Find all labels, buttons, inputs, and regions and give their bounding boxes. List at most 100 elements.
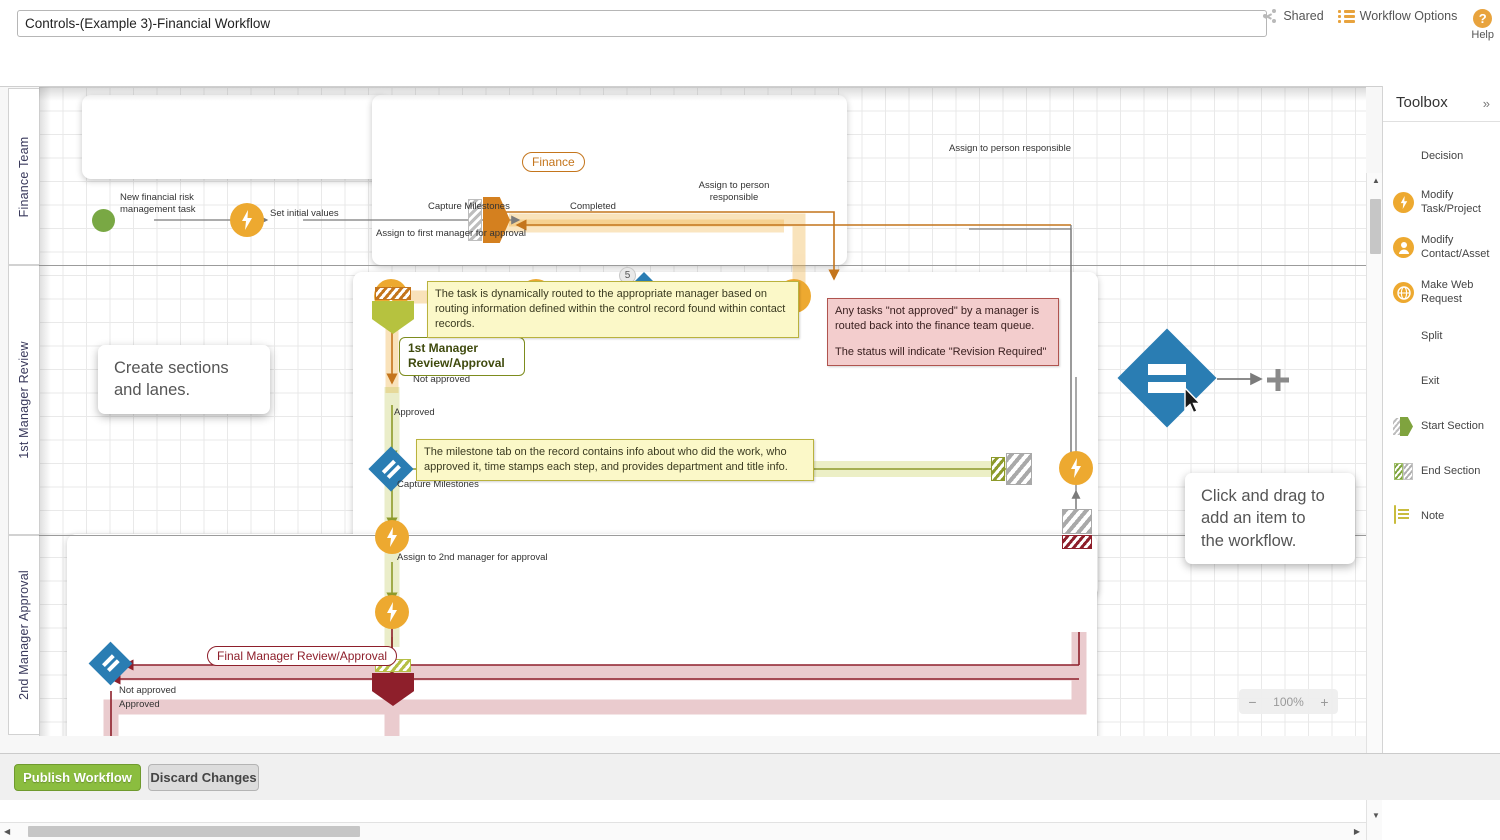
label-not-approved-2: Not approved	[119, 685, 177, 696]
zoom-level-value: 100%	[1273, 694, 1304, 709]
toolbox-item-exit[interactable]: Exit	[1393, 371, 1497, 392]
toolbox-header: Toolbox »	[1383, 86, 1500, 122]
vertical-scrollbar-thumb[interactable]	[1370, 199, 1381, 254]
label-set-initial-values: Set initial values	[270, 208, 339, 219]
canvas-vertical-scrollbar[interactable]: ▲ ▼	[1366, 173, 1382, 840]
toolbox-item-end-section[interactable]: End Section	[1393, 461, 1497, 482]
web-request-icon	[1393, 282, 1414, 304]
end-section-hatch-final	[1062, 535, 1092, 549]
toolbox-item-label: Start Section	[1421, 419, 1484, 432]
lane-header-finance-team[interactable]: Finance Team	[8, 88, 39, 265]
app-header: Shared Workflow Options ? Help	[0, 0, 1500, 46]
label-assign-2nd-manager: Assign to 2nd manager for approval	[397, 552, 548, 563]
help-label: Help	[1471, 29, 1494, 41]
split-icon	[1393, 326, 1414, 347]
toolbox-collapse-icon[interactable]: »	[1483, 96, 1490, 111]
toolbox-item-split[interactable]: Split	[1393, 326, 1497, 347]
toolbox-item-start-section[interactable]: Start Section	[1393, 416, 1497, 437]
note-routing[interactable]: The task is dynamically routed to the ap…	[427, 281, 799, 338]
lane-label: Finance Team	[17, 136, 31, 217]
discard-changes-button[interactable]: Discard Changes	[148, 764, 259, 791]
workflow-canvas[interactable]: New financial risk management task Set i…	[39, 87, 1366, 736]
toolbox-item-label: Note	[1421, 509, 1445, 522]
editor-main: Finance Team 1st Manager Review 2nd Mana…	[0, 86, 1500, 840]
section-title-final-manager[interactable]: Final Manager Review/Approval	[207, 646, 398, 666]
lane-header-2nd-manager-approval[interactable]: 2nd Manager Approval	[8, 535, 39, 735]
end-section-hatch-finance	[375, 287, 411, 300]
description-row: Description	[0, 46, 1500, 123]
toolbox-item-label: Modify Task/Project	[1421, 189, 1481, 215]
header-actions: Shared Workflow Options ? Help	[1263, 9, 1494, 41]
node-capture-milestones-2[interactable]	[375, 520, 409, 554]
toolbox-item-label: Modify Contact/Asset	[1421, 234, 1490, 260]
lane-label: 1st Manager Review	[17, 341, 31, 459]
end-section-hatch-first-manager	[991, 457, 1005, 481]
toolbox-item-label: Decision	[1421, 149, 1464, 162]
label-approved-2: Approved	[119, 699, 160, 710]
section-title-finance[interactable]: Finance	[522, 152, 585, 172]
drop-target-plus-icon[interactable]	[1267, 369, 1289, 396]
label-new-task: New financial risk management task	[120, 192, 196, 215]
toolbox-item-web-request[interactable]: Make Web Request	[1393, 279, 1497, 307]
publish-workflow-button[interactable]: Publish Workflow	[14, 764, 141, 791]
end-section-hatch-grey	[1006, 453, 1032, 485]
toolbox-title: Toolbox	[1396, 94, 1448, 111]
note-not-approved[interactable]: Any tasks "not approved" by a manager is…	[827, 298, 1059, 366]
help-button[interactable]: ? Help	[1471, 9, 1494, 41]
modify-contact-icon	[1393, 237, 1414, 259]
workflow-editor-app: Shared Workflow Options ? Help Descripti…	[0, 0, 1500, 840]
zoom-in-button[interactable]: +	[1311, 694, 1338, 710]
footer-bar: Publish Workflow Discard Changes	[0, 753, 1500, 800]
exit-icon	[1393, 371, 1414, 392]
section-title-first-manager[interactable]: 1st Manager Review/Approval	[399, 337, 525, 376]
node-decision-final-approval[interactable]	[88, 641, 133, 686]
toolbox-item-label: Make Web Request	[1421, 279, 1474, 305]
node-finance-requeue[interactable]	[1059, 451, 1093, 485]
list-options-icon	[1337, 9, 1355, 23]
node-set-initial-values[interactable]	[230, 203, 264, 237]
label-approved-1: Approved	[394, 407, 435, 418]
start-section-icon	[1393, 416, 1414, 437]
label-assign-person-top: Assign to person responsible	[949, 143, 1071, 154]
note-line-1: Any tasks "not approved" by a manager is…	[835, 305, 1040, 332]
zoom-control[interactable]: − 100% +	[1239, 689, 1338, 714]
toolbox-item-label: Exit	[1421, 374, 1440, 387]
canvas-horizontal-scrollbar[interactable]: ◀ ▶	[0, 822, 1366, 840]
zoom-out-button[interactable]: −	[1239, 694, 1266, 710]
label-assign-person-inner: Assign to person responsible	[698, 180, 770, 203]
question-mark-icon: ?	[1473, 9, 1493, 28]
lane-header-1st-manager-review[interactable]: 1st Manager Review	[8, 265, 39, 535]
toolbox-item-decision[interactable]: Decision	[1393, 146, 1497, 167]
toolbox-panel: Toolbox » Decision Modify Task/Project M…	[1382, 86, 1500, 753]
toolbox-item-modify-contact[interactable]: Modify Contact/Asset	[1393, 234, 1497, 262]
toolbox-item-note[interactable]: Note	[1393, 505, 1497, 527]
lane-label: 2nd Manager Approval	[17, 570, 31, 700]
decision-icon	[1393, 146, 1414, 167]
label-capture-milestones-1: Capture Milestones	[428, 201, 510, 212]
node-start[interactable]	[92, 209, 115, 232]
shared-button[interactable]: Shared	[1263, 9, 1324, 23]
workflow-options-button[interactable]: Workflow Options	[1337, 9, 1458, 23]
callout-drag-item: Click and drag to add an item to the wor…	[1185, 473, 1355, 564]
toolbox-item-label: Split	[1421, 329, 1443, 342]
share-icon	[1263, 9, 1278, 23]
note-line-2: The status will indicate "Revision Requi…	[835, 345, 1047, 358]
label-capture-milestones-2: Capture Milestones	[397, 479, 479, 490]
end-section-icon	[1393, 461, 1414, 482]
note-milestone[interactable]: The milestone tab on the record contains…	[416, 439, 814, 481]
note-icon	[1393, 505, 1414, 527]
callout-create-sections: Create sections and lanes.	[98, 345, 270, 414]
toolbox-item-modify-task[interactable]: Modify Task/Project	[1393, 189, 1497, 217]
mouse-cursor-icon	[1184, 387, 1202, 414]
workflow-options-label: Workflow Options	[1359, 9, 1458, 23]
workflow-title-input[interactable]	[17, 10, 1267, 37]
lane-headers: Finance Team 1st Manager Review 2nd Mana…	[8, 87, 39, 736]
horizontal-scrollbar-thumb[interactable]	[28, 826, 360, 837]
modify-task-icon	[1393, 192, 1414, 214]
node-assign-2nd-manager[interactable]	[375, 595, 409, 629]
label-assign-first-manager: Assign to first manager for approval	[376, 228, 526, 239]
label-completed: Completed	[570, 201, 616, 212]
shared-label: Shared	[1283, 9, 1324, 23]
end-section-hatch-grey-2	[1062, 509, 1092, 534]
toolbox-item-label: End Section	[1421, 464, 1481, 477]
